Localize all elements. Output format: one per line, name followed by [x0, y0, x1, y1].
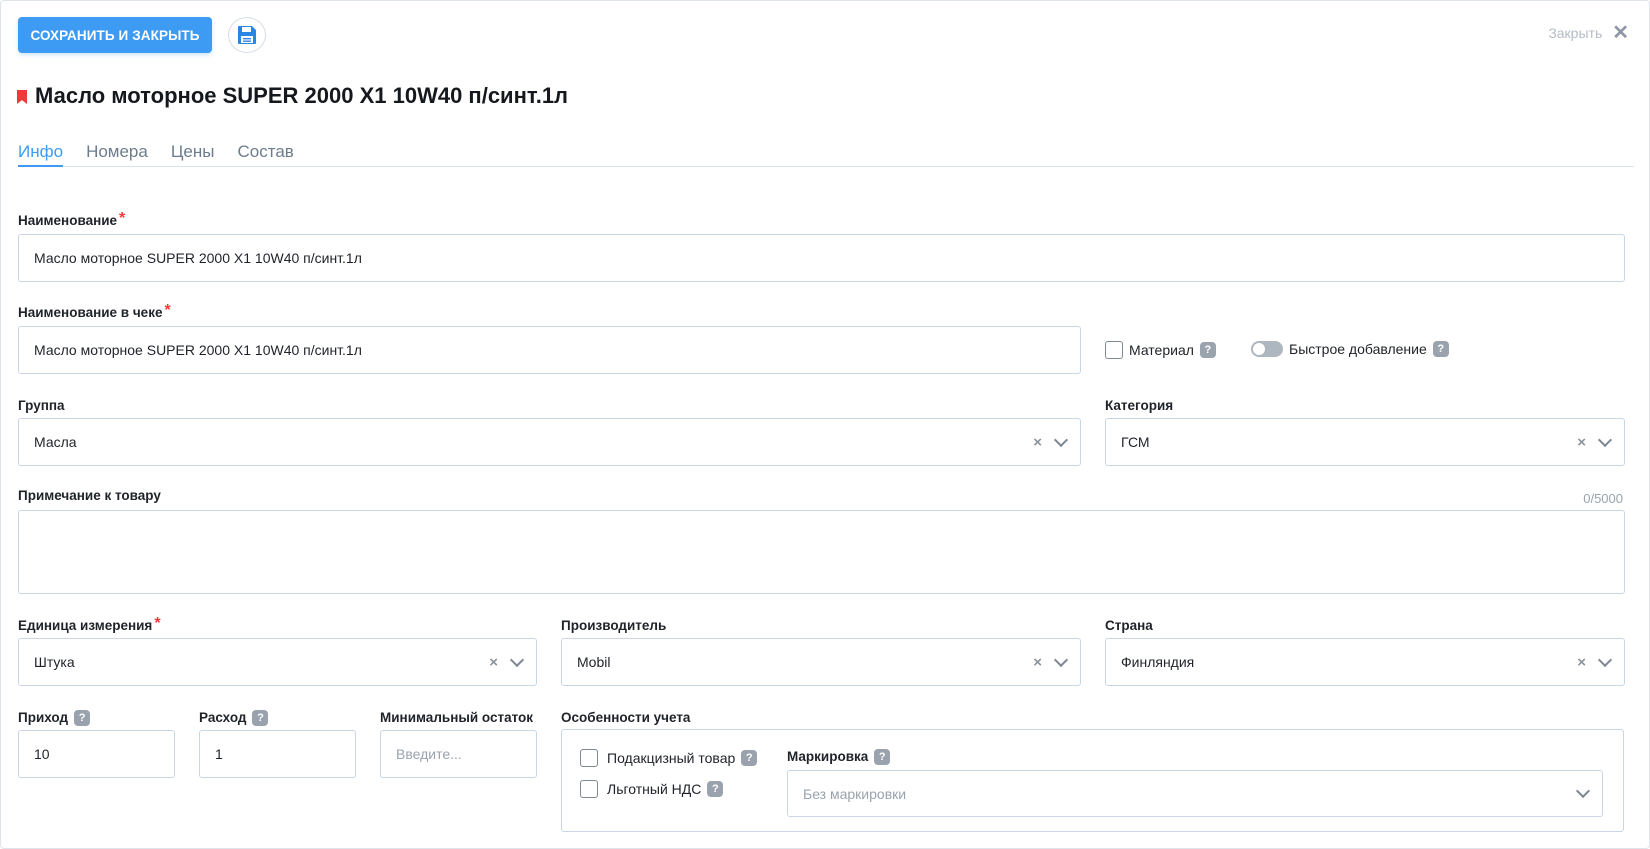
- tab-prices[interactable]: Цены: [171, 139, 215, 167]
- income-label-text: Приход: [18, 710, 69, 725]
- unit-select[interactable]: Штука ×: [18, 638, 537, 686]
- product-card-panel: СОХРАНИТЬ И ЗАКРЫТЬ Закрыть ✕ Масло мото…: [0, 0, 1650, 849]
- group-label-text: Группа: [18, 398, 65, 413]
- name-input[interactable]: Масло моторное SUPER 2000 X1 10W40 п/син…: [18, 234, 1625, 282]
- question-icon[interactable]: ?: [874, 749, 891, 765]
- close-control[interactable]: Закрыть ✕: [1548, 23, 1629, 43]
- income-input[interactable]: 10: [18, 730, 175, 778]
- min-stock-input[interactable]: Введите...: [380, 730, 537, 778]
- expense-label-text: Расход: [199, 710, 247, 725]
- question-icon[interactable]: ?: [1199, 342, 1216, 358]
- excise-checkbox-row[interactable]: Подакцизный товар ?: [580, 749, 758, 767]
- name-value: Масло моторное SUPER 2000 X1 10W40 п/син…: [34, 250, 362, 266]
- min-stock-label: Минимальный остаток: [380, 710, 533, 725]
- country-select[interactable]: Финляндия ×: [1105, 638, 1625, 686]
- clear-icon[interactable]: ×: [1577, 654, 1586, 671]
- marking-select[interactable]: Без маркировки: [787, 770, 1603, 817]
- floppy-disk-icon: [238, 26, 256, 44]
- manufacturer-select[interactable]: Mobil ×: [561, 638, 1081, 686]
- question-icon[interactable]: ?: [74, 710, 91, 726]
- receipt-name-value: Масло моторное SUPER 2000 X1 10W40 п/син…: [34, 342, 362, 358]
- marking-label-text: Маркировка: [787, 749, 869, 764]
- chevron-down-icon[interactable]: [1597, 432, 1613, 447]
- note-label-text: Примечание к товару: [18, 488, 161, 503]
- income-value: 10: [34, 746, 50, 762]
- category-label: Категория: [1105, 398, 1173, 413]
- tab-numbers[interactable]: Номера: [86, 139, 148, 167]
- clear-icon[interactable]: ×: [1033, 434, 1042, 451]
- chevron-down-icon[interactable]: [1053, 432, 1069, 447]
- question-icon[interactable]: ?: [707, 781, 724, 797]
- marking-placeholder: Без маркировки: [803, 785, 907, 802]
- tab-info[interactable]: Инфо: [18, 139, 64, 167]
- manufacturer-label: Производитель: [561, 618, 666, 633]
- income-label: Приход?: [18, 710, 91, 726]
- page-title: Масло моторное SUPER 2000 X1 10W40 п/син…: [35, 83, 569, 108]
- save-and-close-button[interactable]: СОХРАНИТЬ И ЗАКРЫТЬ: [18, 17, 212, 53]
- country-label-text: Страна: [1105, 618, 1153, 633]
- save-button[interactable]: [228, 17, 266, 53]
- required-mark: *: [154, 615, 161, 632]
- quick-add-label: Быстрое добавление: [1289, 341, 1427, 357]
- manufacturer-label-text: Производитель: [561, 618, 667, 633]
- group-select[interactable]: Масла ×: [18, 418, 1081, 466]
- material-label: Материал: [1129, 342, 1194, 358]
- country-label: Страна: [1105, 618, 1153, 633]
- note-label: Примечание к товару: [18, 488, 161, 503]
- clear-icon[interactable]: ×: [1033, 654, 1042, 671]
- question-icon[interactable]: ?: [1432, 341, 1449, 357]
- unit-value: Штука: [34, 654, 75, 670]
- expense-label: Расход?: [199, 710, 269, 726]
- question-icon[interactable]: ?: [252, 710, 269, 726]
- clear-icon[interactable]: ×: [489, 654, 498, 671]
- material-checkbox-row[interactable]: Материал ?: [1105, 341, 1216, 359]
- marking-label: Маркировка?: [787, 749, 891, 765]
- group-value: Масла: [34, 434, 77, 450]
- category-value: ГСМ: [1121, 434, 1150, 450]
- required-mark: *: [164, 302, 171, 319]
- chevron-down-icon[interactable]: [1597, 652, 1613, 667]
- vat-checkbox-row[interactable]: Льготный НДС ?: [580, 780, 724, 798]
- quick-add-toggle[interactable]: [1251, 341, 1283, 357]
- material-checkbox[interactable]: [1105, 341, 1123, 359]
- name-label: Наименование *: [18, 210, 126, 229]
- bookmark-icon: [17, 90, 27, 104]
- close-icon[interactable]: ✕: [1612, 23, 1629, 43]
- chevron-down-icon[interactable]: [509, 652, 525, 667]
- group-label: Группа: [18, 398, 65, 413]
- min-stock-label-text: Минимальный остаток: [380, 710, 534, 725]
- manufacturer-value: Mobil: [577, 654, 611, 670]
- receipt-name-label: Наименование в чеке *: [18, 302, 171, 321]
- vat-label: Льготный НДС: [607, 781, 702, 797]
- name-label-text: Наименование: [18, 213, 118, 228]
- chevron-down-icon[interactable]: [1575, 783, 1591, 799]
- clear-icon[interactable]: ×: [1577, 434, 1586, 451]
- unit-label: Единица измерения *: [18, 615, 161, 634]
- tabs-bar: Инфо Номера Цены Состав: [18, 139, 1634, 167]
- close-label[interactable]: Закрыть: [1548, 25, 1602, 41]
- expense-value: 1: [215, 746, 223, 762]
- required-mark: *: [119, 210, 126, 227]
- excise-label: Подакцизный товар: [607, 750, 736, 766]
- expense-input[interactable]: 1: [199, 730, 356, 778]
- category-label-text: Категория: [1105, 398, 1174, 413]
- excise-checkbox[interactable]: [580, 749, 598, 767]
- receipt-name-input[interactable]: Масло моторное SUPER 2000 X1 10W40 п/син…: [18, 326, 1081, 374]
- note-textarea[interactable]: [18, 510, 1625, 594]
- category-select[interactable]: ГСМ ×: [1105, 418, 1625, 466]
- min-stock-placeholder: Введите...: [396, 746, 462, 762]
- vat-checkbox[interactable]: [580, 780, 598, 798]
- country-value: Финляндия: [1121, 654, 1195, 670]
- accounting-label-text: Особенности учета: [561, 710, 691, 725]
- quick-add-toggle-row[interactable]: Быстрое добавление ?: [1251, 341, 1449, 357]
- title-row: Масло моторное SUPER 2000 X1 10W40 п/син…: [17, 83, 568, 109]
- tab-composition[interactable]: Состав: [238, 139, 294, 167]
- question-icon[interactable]: ?: [741, 750, 758, 766]
- receipt-name-label-text: Наименование в чеке: [18, 305, 163, 320]
- note-char-counter: 0/5000: [1583, 491, 1623, 506]
- chevron-down-icon[interactable]: [1053, 652, 1069, 667]
- unit-label-text: Единица измерения: [18, 618, 153, 633]
- accounting-label: Особенности учета: [561, 710, 690, 725]
